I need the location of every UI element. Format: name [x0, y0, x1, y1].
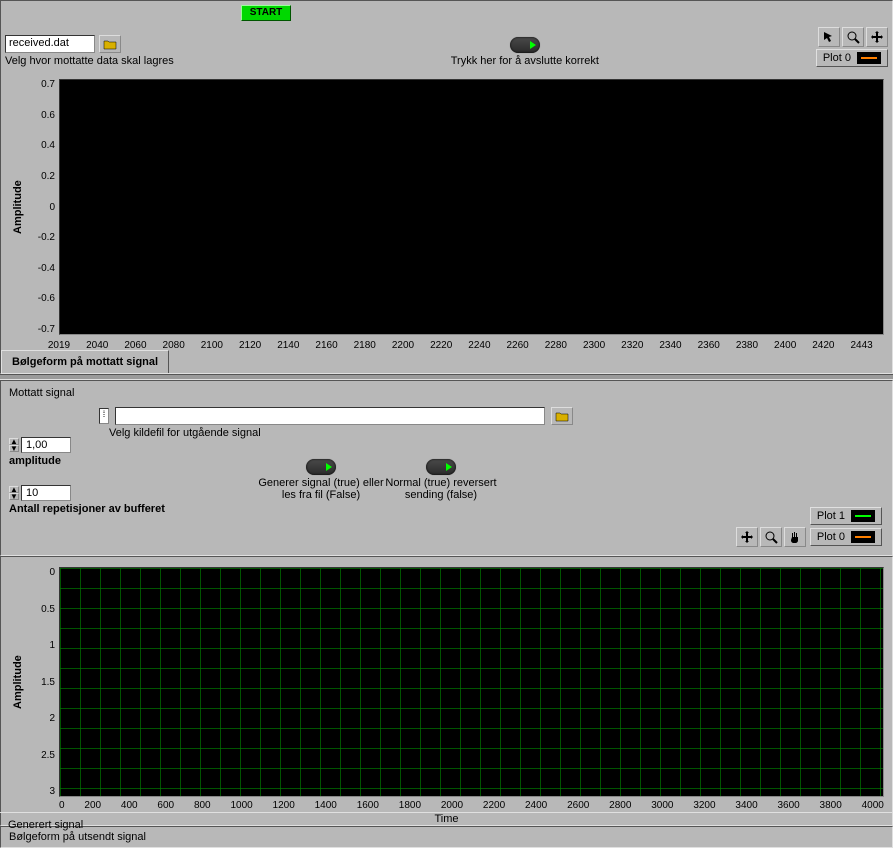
- legend-swatch-icon: [851, 510, 875, 522]
- start-button[interactable]: START: [241, 5, 291, 21]
- stop-label: Trykk her for å avslutte korrekt: [451, 55, 599, 67]
- legend-swatch-icon: [851, 531, 875, 543]
- reverse-send-label: Normal (true) reversert sending (false): [371, 477, 511, 501]
- reverse-send-toggle[interactable]: [426, 459, 456, 475]
- browse-source-button[interactable]: [551, 407, 573, 425]
- zoom-tool-icon[interactable]: [760, 527, 782, 547]
- repeat-field[interactable]: 10: [21, 485, 71, 501]
- save-file-input[interactable]: received.dat: [5, 35, 95, 53]
- hand-tool-icon[interactable]: [784, 527, 806, 547]
- received-ylabel: Amplitude: [9, 79, 27, 335]
- tx-ylabel: Amplitude: [9, 567, 27, 797]
- graph-palette-received: [818, 27, 888, 47]
- pan-tool-icon[interactable]: [866, 27, 888, 47]
- received-chart: Amplitude 0.7 0.6 0.4 0.2 0 -0.2 -0.4 -0…: [9, 79, 884, 335]
- repeat-stepper[interactable]: ▲▼: [9, 486, 19, 500]
- source-file-label: Velg kildefil for utgående signal: [109, 427, 884, 439]
- amplitude-stepper[interactable]: ▲▼: [9, 438, 19, 452]
- legend-tx-0: Plot 0: [810, 528, 882, 546]
- legend-tx-1: Plot 1: [810, 507, 882, 525]
- transmitted-panel: Amplitude 0 0.5 1 1.5 2 2.5 3 0200400600…: [0, 556, 893, 826]
- source-file-input[interactable]: [115, 407, 545, 425]
- graph-palette-tx: [736, 527, 806, 547]
- stop-button[interactable]: [510, 37, 540, 53]
- repeat-label: Antall repetisjoner av bufferet: [9, 503, 165, 515]
- grid-overlay: [60, 568, 883, 796]
- browse-save-button[interactable]: [99, 35, 121, 53]
- generate-signal-toggle[interactable]: [306, 459, 336, 475]
- amplitude-label: amplitude: [9, 455, 71, 467]
- tx-yticks: 0 0.5 1 1.5 2 2.5 3: [27, 567, 59, 797]
- save-file-group: received.dat Velg hvor mottatte data ska…: [5, 35, 174, 67]
- received-yticks: 0.7 0.6 0.4 0.2 0 -0.2 -0.4 -0.6 -0.7: [27, 79, 59, 335]
- generate-signal-label: Generer signal (true) eller les fra fil …: [251, 477, 391, 501]
- tab-received-waveform[interactable]: Bølgeform på mottatt signal: [1, 350, 169, 373]
- tx-plot-area[interactable]: [59, 567, 884, 797]
- received-xticks: 2019204020602080210021202140216021802200…: [59, 340, 884, 351]
- received-panel: START received.dat Velg hvor mottatte da…: [0, 0, 893, 374]
- tx-xticks: 0200400600800100012001400160018002000220…: [59, 800, 884, 811]
- legend-label: Plot 0: [823, 52, 851, 64]
- legend-swatch-icon: [857, 52, 881, 64]
- cursor-tool-icon[interactable]: [818, 27, 840, 47]
- pan-tool-icon[interactable]: [736, 527, 758, 547]
- zoom-tool-icon[interactable]: [842, 27, 864, 47]
- general-signal-title: Generert signal: [0, 812, 893, 840]
- legend-received: Plot 0: [816, 49, 888, 67]
- received-plot-area[interactable]: [59, 79, 884, 335]
- transmitted-chart: Amplitude 0 0.5 1 1.5 2 2.5 3: [9, 567, 884, 797]
- amplitude-field[interactable]: 1,00: [21, 437, 71, 453]
- path-prefix-icon: ⁞: [99, 408, 109, 424]
- save-file-label: Velg hvor mottatte data skal lagres: [5, 55, 174, 67]
- generator-panel: Mottatt signal ⁞ Velg kildefil for utgåe…: [0, 380, 893, 556]
- received-signal-title: Mottatt signal: [9, 387, 884, 399]
